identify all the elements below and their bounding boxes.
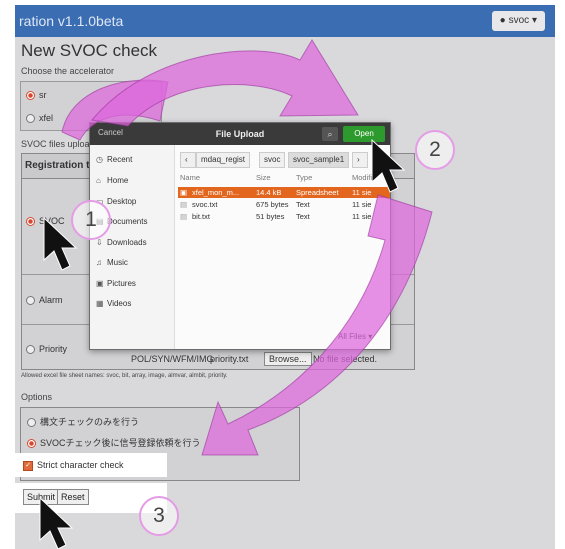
submit-button[interactable]: Submit [23, 489, 60, 505]
page-title: New SVOC check [21, 41, 158, 60]
file-row[interactable]: ▤ bit.txt 51 bytes Text 11 sie [178, 211, 390, 222]
video-icon: ▦ [96, 299, 104, 308]
radio-syntax-only[interactable] [27, 418, 36, 428]
browse-button[interactable]: Browse... [264, 352, 312, 366]
accelerator-option-sr[interactable]: sr [26, 90, 47, 101]
option-syntax-only[interactable]: 構文チェックのみを行う [27, 415, 139, 428]
dialog-header: Cancel File Upload ⌕ Open [90, 123, 390, 145]
clock-icon: ◷ [96, 155, 103, 164]
sidebar-item-downloads[interactable]: ⇩ Downloads [96, 238, 147, 247]
file-row[interactable]: ▣ xfel_mon_m... 14.4 kB Spreadsheet 11 s… [178, 187, 390, 198]
row-alarm[interactable]: Alarm [26, 295, 63, 306]
allowed-note: Allowed excel file sheet names: svoc, bi… [21, 373, 228, 379]
strict-checkbox[interactable]: ✓ [23, 460, 33, 471]
breadcrumb-forward-icon[interactable]: › [352, 152, 368, 168]
sidebar-item-videos[interactable]: ▦ Videos [96, 299, 131, 308]
radio-register[interactable] [27, 439, 36, 449]
bottom-type: POL/SYN/WFM/IMG [131, 354, 214, 364]
strict-check-area: ✓ Strict character check [15, 453, 167, 477]
radio-sr[interactable] [26, 91, 35, 101]
priority-file-row: POL/SYN/WFM/IMG priority.txt Browse... N… [21, 349, 413, 369]
sidebar-item-home[interactable]: ⌂ Home [96, 176, 128, 185]
bottom-file: priority.txt [210, 354, 249, 364]
sidebar-item-music[interactable]: ♫ Music [96, 258, 128, 267]
spreadsheet-icon: ▣ [180, 188, 188, 197]
file-row[interactable]: ▤ svoc.txt 675 bytes Text 11 sie [178, 199, 390, 210]
col-size[interactable]: Size [256, 173, 271, 183]
breadcrumb-svoc[interactable]: svoc [259, 152, 286, 168]
radio-alarm[interactable] [26, 296, 35, 306]
row-svoc[interactable]: SVOC [26, 216, 65, 227]
picture-icon: ▣ [96, 279, 104, 288]
user-icon: ● [499, 15, 506, 26]
text-file-icon: ▤ [180, 212, 188, 221]
user-menu-button[interactable]: ● svoc ▾ [491, 11, 545, 31]
dialog-sidebar: ◷Recent ⌂Home ▭Desktop ▤Documents ⇩Downl… [90, 145, 175, 349]
sidebar-item-pictures[interactable]: ▣ Pictures [96, 279, 136, 288]
files-label: SVOC files uploa [21, 139, 90, 149]
reset-button[interactable]: Reset [57, 489, 89, 505]
breadcrumb-back-icon[interactable]: ‹ [180, 152, 196, 168]
step-1-badge: 1 [71, 200, 111, 240]
navbar: ration v1.1.0beta ● svoc ▾ [15, 5, 555, 37]
app-title: ration v1.1.0beta [19, 13, 124, 29]
no-file-text: No file selected. [313, 354, 378, 364]
option-register[interactable]: SVOCチェック後に信号登録依頼を行う [27, 436, 201, 449]
options-label: Options [21, 392, 53, 402]
breadcrumb-svoc-sample1[interactable]: svoc_sample1 [288, 152, 350, 168]
file-filter-select[interactable]: All Files ▾ [338, 332, 372, 341]
user-button-label: svoc [508, 15, 530, 26]
search-icon[interactable]: ⌕ [322, 127, 338, 141]
col-name[interactable]: Name [180, 173, 200, 183]
strict-check[interactable]: ✓ Strict character check [23, 460, 124, 471]
col-type[interactable]: Type [296, 173, 312, 183]
dialog-open-button[interactable]: Open [343, 126, 385, 142]
text-file-icon: ▤ [180, 200, 188, 209]
accelerator-label: Choose the accelerator [21, 66, 115, 76]
music-icon: ♫ [96, 258, 102, 267]
download-icon: ⇩ [96, 238, 103, 247]
sidebar-item-recent[interactable]: ◷ Recent [96, 155, 132, 164]
app-window: ration v1.1.0beta ● svoc ▾ New SVOC check… [15, 5, 555, 549]
breadcrumb-mdaq-regist[interactable]: mdaq_regist [196, 152, 251, 168]
step-2-badge: 2 [415, 130, 455, 170]
accelerator-option-xfel[interactable]: xfel [26, 113, 53, 124]
radio-xfel[interactable] [26, 114, 35, 124]
file-upload-dialog: Cancel File Upload ⌕ Open ◷ Recent ⌂ Home … [89, 122, 391, 350]
home-icon: ⌂ [96, 176, 101, 185]
step-3-badge: 3 [139, 496, 179, 536]
radio-svoc[interactable] [26, 217, 35, 227]
col-modified[interactable]: Modifi [352, 173, 372, 183]
